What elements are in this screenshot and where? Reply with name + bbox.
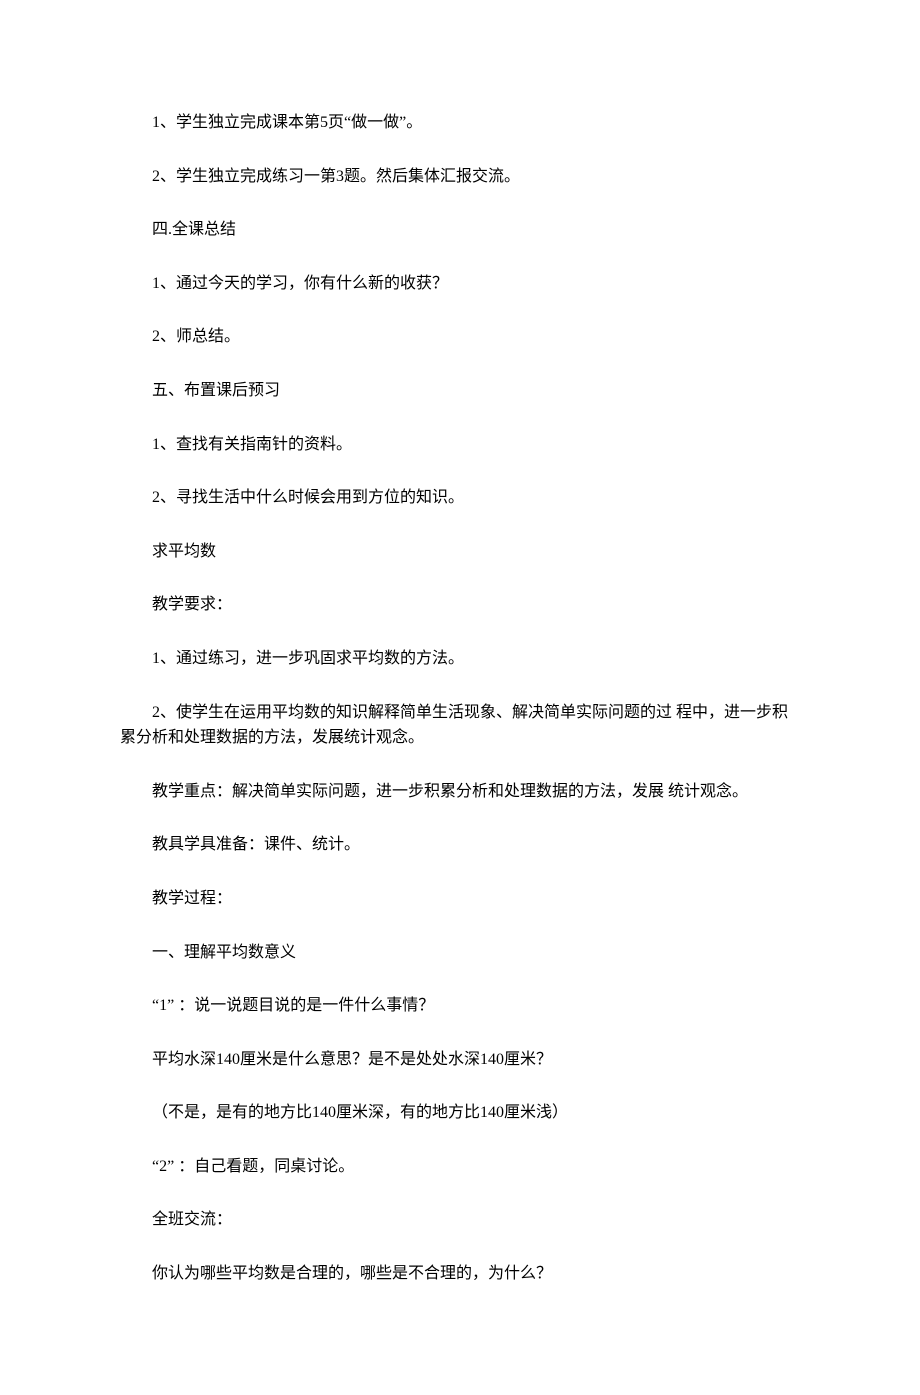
paragraph-answer-depth: （不是，是有的地方比140厘米深，有的地方比140厘米浅） [120,1100,800,1126]
paragraph-materials: 教具学具准备：课件、统计。 [120,832,800,858]
paragraph-question-depth: 平均水深140厘米是什么意思？是不是处处水深140厘米？ [120,1047,800,1073]
paragraph-title-average: 求平均数 [120,539,800,565]
paragraph-2: 2、学生独立完成练习一第3题。然后集体汇报交流。 [120,164,800,190]
paragraph-question-reasonable: 你认为哪些平均数是合理的，哪些是不合理的，为什么？ [120,1261,800,1287]
paragraph-4-2: 2、师总结。 [120,324,800,350]
paragraph-q1: “1” ：说一说题目说的是一件什么事情？ [120,993,800,1019]
paragraph-section-5: 五、布置课后预习 [120,378,800,404]
paragraph-focus: 教学重点：解决简单实际问题，进一步积累分析和处理数据的方法，发展 统计观念。 [120,779,800,805]
paragraph-requirements-label: 教学要求： [120,592,800,618]
paragraph-section-4: 四.全课总结 [120,217,800,243]
paragraph-5-1: 1、查找有关指南针的资料。 [120,432,800,458]
paragraph-section-1: 一、理解平均数意义 [120,940,800,966]
paragraph-req-1: 1、通过练习，进一步巩固求平均数的方法。 [120,646,800,672]
paragraph-req-2: 2、使学生在运用平均数的知识解释简单生活现象、解决简单实际问题的过 程中，进一步… [120,700,800,751]
paragraph-4-1: 1、通过今天的学习，你有什么新的收获？ [120,271,800,297]
paragraph-class-discussion: 全班交流： [120,1207,800,1233]
paragraph-1: 1、学生独立完成课本第5页“做一做”。 [120,110,800,136]
paragraph-process-label: 教学过程： [120,886,800,912]
paragraph-q2: “2” ：自己看题，同桌讨论。 [120,1154,800,1180]
document-content: 1、学生独立完成课本第5页“做一做”。 2、学生独立完成练习一第3题。然后集体汇… [120,110,800,1287]
paragraph-5-2: 2、寻找生活中什么时候会用到方位的知识。 [120,485,800,511]
